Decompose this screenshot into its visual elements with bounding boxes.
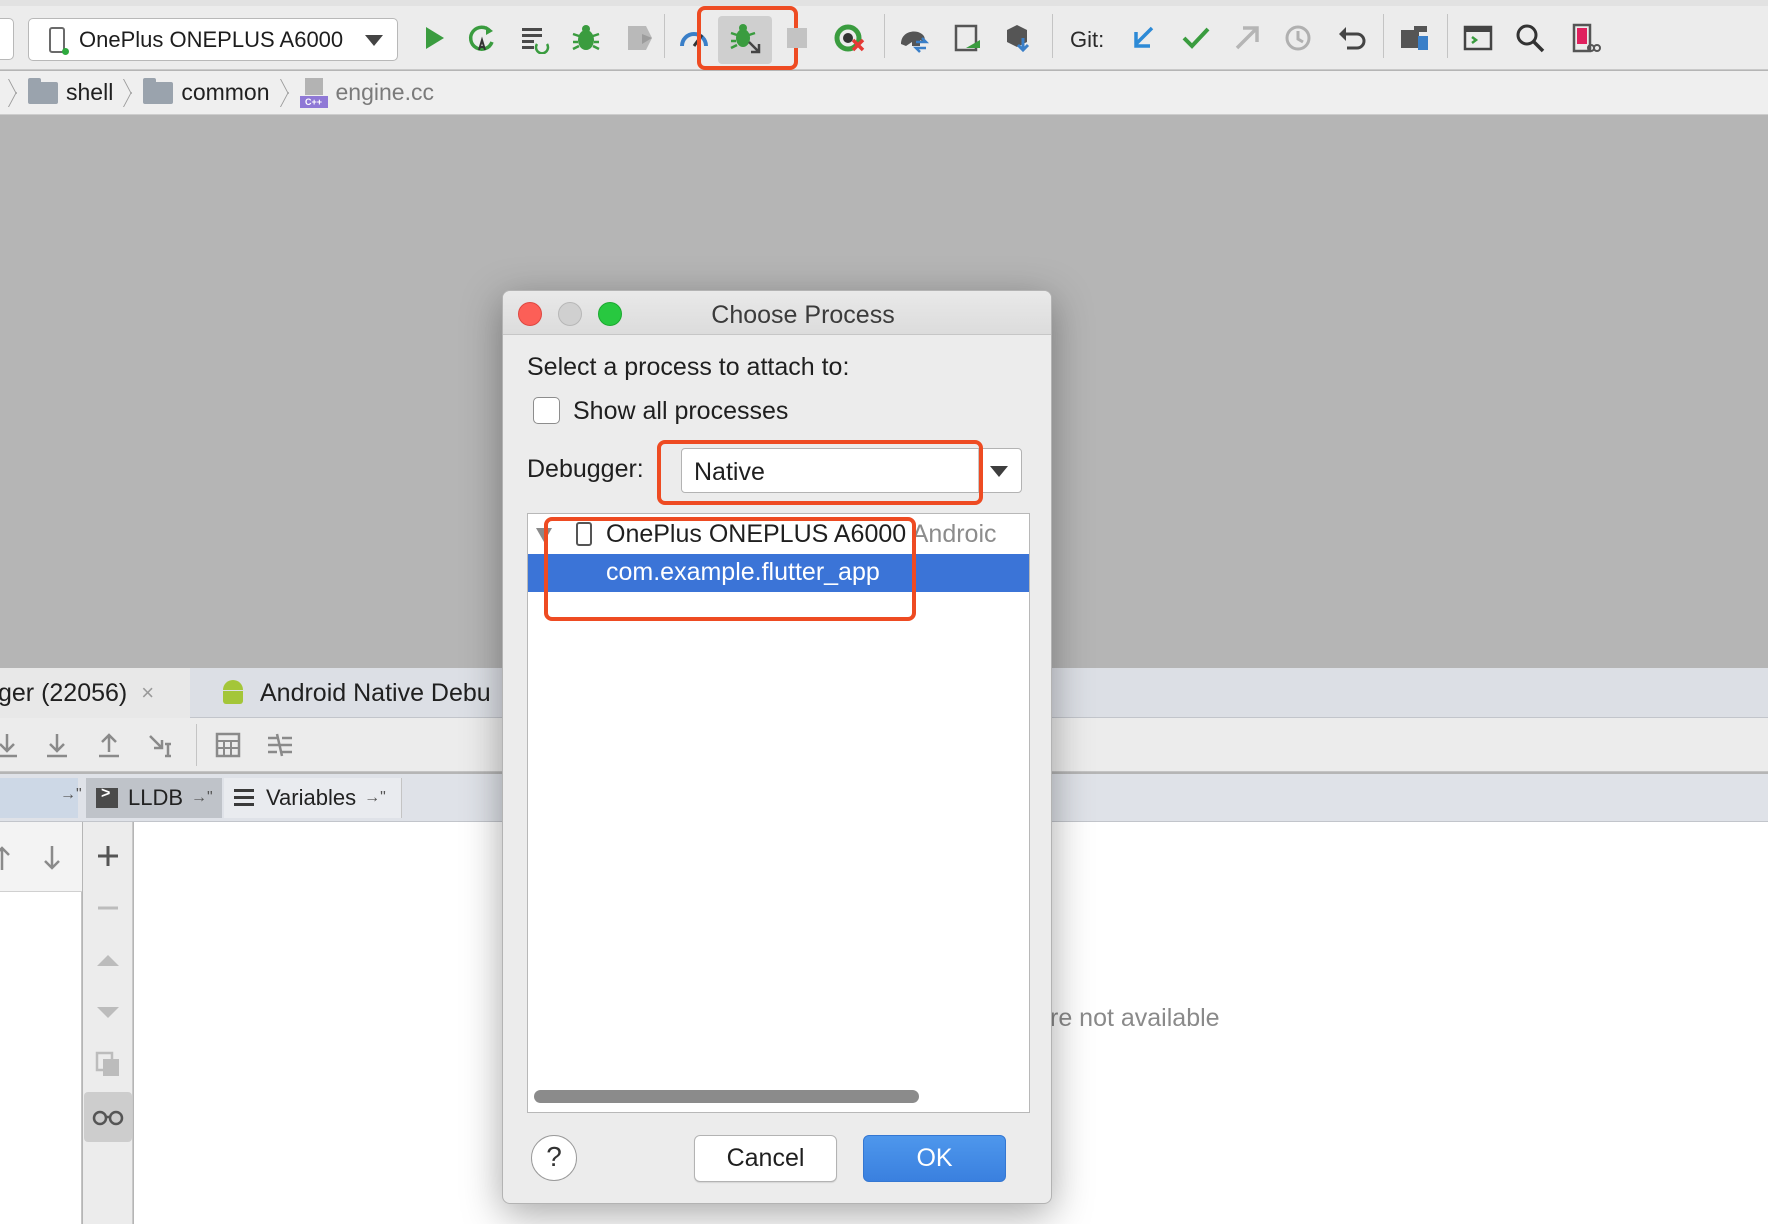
step-over-icon[interactable] bbox=[0, 730, 22, 760]
window-title-strip bbox=[0, 0, 1768, 6]
git-label: Git: bbox=[1070, 27, 1105, 52]
folder-icon bbox=[28, 77, 58, 104]
close-icon[interactable]: × bbox=[141, 680, 154, 706]
breadcrumb-label: shell bbox=[66, 79, 114, 105]
pin-icon[interactable]: →" bbox=[60, 786, 82, 804]
breadcrumb-separator bbox=[278, 79, 292, 107]
process-highlight bbox=[544, 517, 916, 621]
git-rollback-icon[interactable] bbox=[1335, 22, 1367, 54]
cancel-button[interactable]: Cancel bbox=[694, 1135, 837, 1182]
tab-label: ger (22056) bbox=[0, 678, 128, 707]
tab-debugger-session[interactable]: ger (22056) × bbox=[0, 668, 190, 718]
console-icon bbox=[96, 785, 118, 808]
arrow-up-icon[interactable] bbox=[0, 844, 14, 872]
variables-empty-message: re not available bbox=[1050, 1004, 1220, 1032]
tree-device-suffix: Androic bbox=[911, 520, 997, 548]
breadcrumb-item-shell[interactable]: shell bbox=[28, 71, 113, 115]
dialog-titlebar[interactable]: Choose Process bbox=[503, 291, 1051, 335]
terminal-icon[interactable] bbox=[1462, 22, 1494, 54]
breadcrumb-item-common[interactable]: common bbox=[143, 71, 270, 115]
cpp-file-icon: C++ bbox=[299, 77, 328, 108]
breadcrumb-label: common bbox=[181, 79, 270, 105]
apply-code-changes-icon[interactable] bbox=[519, 22, 551, 54]
chevron-down-icon bbox=[365, 35, 383, 46]
folder-icon bbox=[143, 77, 174, 104]
phone-icon bbox=[49, 26, 69, 55]
debug-icon[interactable] bbox=[570, 22, 602, 54]
git-commit-icon[interactable] bbox=[1180, 22, 1212, 54]
trace-stream-icon[interactable] bbox=[265, 730, 295, 760]
breadcrumb-separator bbox=[6, 79, 20, 107]
move-up-icon[interactable] bbox=[94, 946, 122, 974]
copy-icon[interactable] bbox=[94, 1050, 122, 1078]
variables-actions-strip bbox=[83, 822, 133, 1224]
breadcrumb-separator bbox=[121, 79, 135, 107]
tab-label: Android Native Debu bbox=[260, 678, 491, 707]
choose-process-dialog: Choose Process Select a process to attac… bbox=[502, 290, 1052, 1204]
step-into-icon[interactable] bbox=[42, 730, 72, 760]
toolbar-separator bbox=[1447, 14, 1448, 58]
git-update-icon[interactable] bbox=[1128, 22, 1160, 54]
profile-icon[interactable] bbox=[624, 22, 656, 54]
dialog-prompt: Select a process to attach to: bbox=[527, 353, 850, 381]
move-down-icon[interactable] bbox=[94, 998, 122, 1026]
project-structure-icon[interactable] bbox=[1398, 22, 1430, 54]
sub-tab-label: Variables bbox=[266, 785, 357, 810]
toolbar-separator bbox=[1052, 14, 1053, 58]
toolbar-left-control[interactable] bbox=[0, 18, 14, 60]
sub-tab-variables[interactable]: Variables →" bbox=[224, 778, 402, 818]
frames-navigation bbox=[0, 822, 82, 892]
pin-icon[interactable]: →" bbox=[364, 789, 386, 807]
toolbar-separator bbox=[664, 14, 665, 58]
ok-button[interactable]: OK bbox=[863, 1135, 1006, 1182]
main-toolbar: OnePlus ONEPLUS A6000 Git: bbox=[0, 0, 1768, 70]
breadcrumb: shell common C++ engine.cc bbox=[0, 71, 1768, 115]
add-icon[interactable] bbox=[94, 842, 122, 870]
sub-tab-lldb[interactable]: LLDB →" bbox=[86, 778, 222, 818]
tab-android-native-debug[interactable]: Android Native Debu bbox=[220, 668, 491, 718]
chevron-down-icon[interactable] bbox=[990, 466, 1008, 477]
arrow-down-icon[interactable] bbox=[40, 844, 64, 872]
device-manager-icon[interactable] bbox=[1569, 22, 1601, 54]
debugger-select-highlight bbox=[657, 440, 983, 505]
show-all-processes-checkbox[interactable] bbox=[533, 397, 560, 424]
toolbar-separator bbox=[1383, 14, 1384, 58]
show-all-processes-label[interactable]: Show all processes bbox=[573, 397, 788, 426]
run-to-cursor-icon[interactable] bbox=[146, 730, 176, 760]
android-icon bbox=[220, 678, 246, 708]
toolbar-separator bbox=[884, 14, 885, 58]
horizontal-scrollbar[interactable] bbox=[534, 1090, 919, 1103]
avd-manager-icon[interactable] bbox=[952, 22, 984, 54]
apply-changes-icon[interactable] bbox=[466, 22, 498, 54]
dialog-title: Choose Process bbox=[711, 301, 895, 329]
sub-tab-frames[interactable]: →" bbox=[0, 778, 82, 818]
remove-icon[interactable] bbox=[94, 894, 122, 922]
breadcrumb-item-engine-cc[interactable]: C++ engine.cc bbox=[299, 71, 434, 115]
search-icon[interactable] bbox=[1514, 22, 1546, 54]
frames-pane bbox=[0, 822, 82, 1224]
list-icon bbox=[234, 789, 254, 807]
coverage-icon[interactable] bbox=[833, 22, 865, 54]
pin-icon[interactable]: →" bbox=[191, 789, 213, 807]
evaluate-expression-icon[interactable] bbox=[213, 730, 243, 760]
run-icon[interactable] bbox=[418, 22, 450, 54]
step-out-icon[interactable] bbox=[94, 730, 124, 760]
toolbar-separator bbox=[196, 724, 197, 766]
sub-tab-label: LLDB bbox=[128, 785, 184, 810]
gradle-sync-icon[interactable] bbox=[898, 22, 930, 54]
git-push-icon[interactable] bbox=[1231, 22, 1263, 54]
sdk-manager-icon[interactable] bbox=[1003, 22, 1035, 54]
breadcrumb-label: engine.cc bbox=[335, 79, 434, 105]
git-history-icon[interactable] bbox=[1282, 22, 1314, 54]
help-button[interactable]: ? bbox=[531, 1135, 577, 1181]
stop-icon[interactable] bbox=[781, 22, 813, 54]
glasses-icon[interactable] bbox=[92, 1106, 124, 1128]
device-selector-label: OnePlus ONEPLUS A6000 bbox=[79, 26, 344, 52]
device-selector[interactable]: OnePlus ONEPLUS A6000 bbox=[28, 18, 398, 61]
debugger-label: Debugger: bbox=[527, 455, 644, 483]
